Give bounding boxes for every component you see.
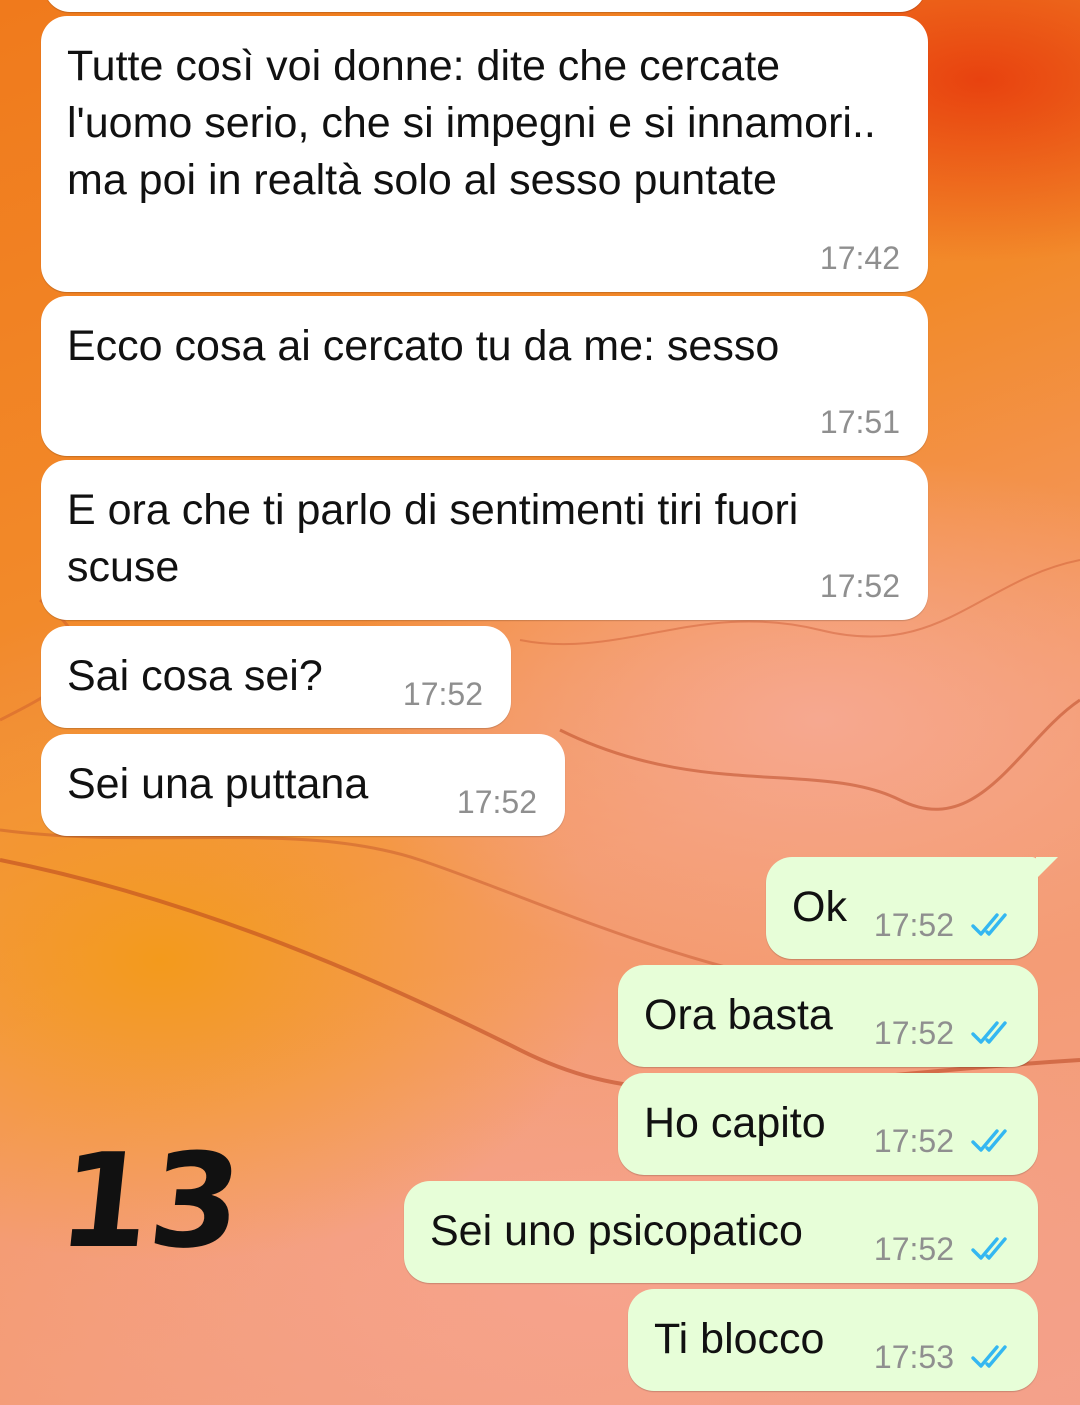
double-check-icon [971,1345,1007,1368]
double-check-icon [971,1129,1007,1152]
message-text: Ti blocco [654,1315,825,1363]
outgoing-message[interactable]: Sei uno psicopatico 17:52 [404,1181,1038,1283]
incoming-message[interactable]: Sei una puttana 17:52 [41,734,565,836]
outgoing-message[interactable]: Ok 17:52 [766,857,1038,959]
message-text: Ok [792,883,847,931]
double-check-icon [971,1021,1007,1044]
message-text: Sai cosa sei? [67,652,323,700]
bubble-tail [1036,857,1058,879]
message-text: Ecco cosa ai cercato tu da me: sesso [67,322,780,370]
svg-text:13: 13 [62,1125,249,1274]
message-time: 17:52 [873,1123,954,1159]
message-time: 17:52 [873,1231,954,1267]
message-text: Ora basta [644,991,833,1039]
message-text: Tutte così voi donne: dite che cercate l… [67,42,876,204]
message-text: Sei uno psicopatico [430,1207,803,1255]
incoming-message[interactable]: Tutte così voi donne: dite che cercate l… [41,16,928,292]
handwritten-number: 13 [62,1125,249,1274]
message-text: Ho capito [644,1099,826,1147]
message-time: 17:51 [819,404,900,440]
incoming-message[interactable]: E ora che ti parlo di sentimenti tiri fu… [41,460,928,620]
outgoing-message[interactable]: Ti blocco 17:53 [628,1289,1038,1391]
message-time: 17:52 [873,907,954,943]
message-text: E ora che ti parlo di sentimenti tiri fu… [67,486,799,591]
message-time: 17:52 [873,1015,954,1051]
incoming-message[interactable]: Sai cosa sei? 17:52 [41,626,511,728]
message-text: Sei una puttana [67,760,369,808]
message-time: 17:53 [873,1339,954,1375]
message-time: 17:52 [402,676,483,712]
outgoing-message[interactable]: Ora basta 17:52 [618,965,1038,1067]
double-check-icon [971,913,1007,936]
previous-message-bubble [44,0,926,12]
incoming-message[interactable]: Ecco cosa ai cercato tu da me: sesso 17:… [41,296,928,456]
message-time: 17:42 [819,240,900,276]
message-time: 17:52 [819,568,900,604]
outgoing-message[interactable]: Ho capito 17:52 [618,1073,1038,1175]
message-time: 17:52 [456,784,537,820]
double-check-icon [971,1237,1007,1260]
